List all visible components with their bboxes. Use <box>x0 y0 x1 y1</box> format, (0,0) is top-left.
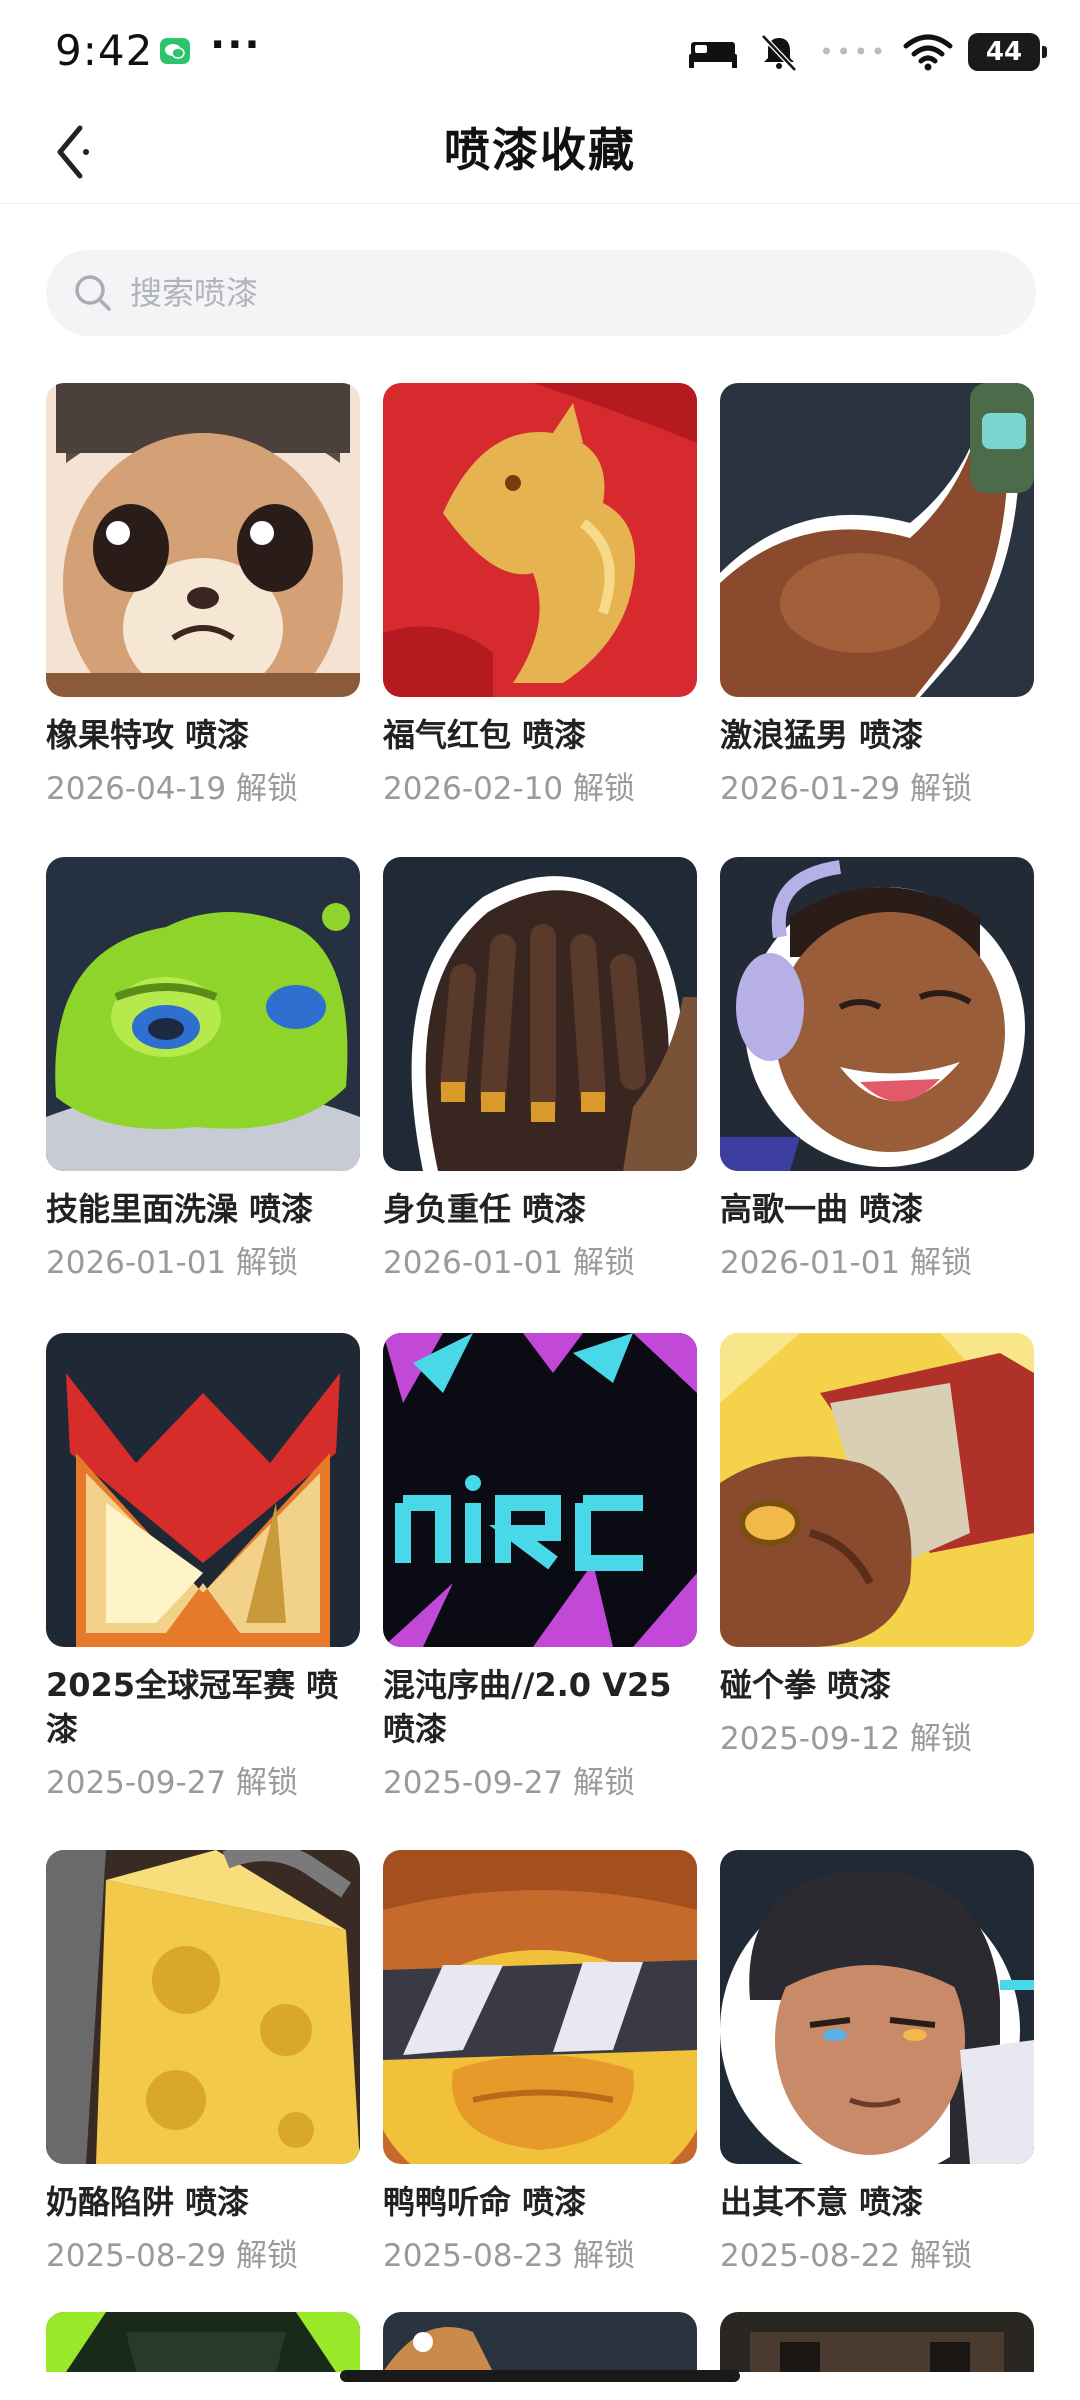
home-indicator[interactable] <box>340 2370 740 2382</box>
spray-image-partial <box>383 2312 697 2372</box>
spray-image-partial <box>46 2312 360 2372</box>
spray-card-partial[interactable] <box>383 2312 697 2372</box>
spray-card[interactable]: 奶酪陷阱 喷漆 2025-08-29 解锁 <box>46 1850 360 2278</box>
neon-text-spray-image <box>383 1333 697 1647</box>
cheese-spray-image <box>46 1850 360 2164</box>
card-unlock-date: 2026-01-01 解锁 <box>720 1245 973 1281</box>
spray-grid: 橡果特攻 喷漆 2026-04-19 解锁 福气红包 喷漆 2026-02-10… <box>0 0 1080 2400</box>
singing-agent-spray-image <box>720 857 1034 1171</box>
spray-card[interactable]: 高歌一曲 喷漆 2026-01-01 解锁 <box>720 857 1034 1285</box>
card-unlock-date: 2025-09-27 解锁 <box>46 1765 299 1801</box>
card-title: 鸭鸭听命 喷漆 <box>383 2183 587 2221</box>
duck-sunglasses-spray-image <box>383 1850 697 2164</box>
card-title: 橡果特攻 喷漆 <box>46 716 250 754</box>
card-unlock-date: 2025-08-29 解锁 <box>46 2238 299 2274</box>
spray-card-partial[interactable] <box>720 2312 1034 2372</box>
spray-card[interactable]: 混沌序曲//2.0 V25 喷漆 2025-09-27 解锁 <box>383 1333 697 1805</box>
spray-card[interactable]: 鸭鸭听命 喷漆 2025-08-23 解锁 <box>383 1850 697 2278</box>
card-title: 激浪猛男 喷漆 <box>720 716 924 754</box>
spray-image-partial <box>720 2312 1034 2372</box>
card-title: 身负重任 喷漆 <box>383 1190 587 1228</box>
dreadlocks-spray-image <box>383 857 697 1171</box>
card-unlock-date: 2026-01-01 解锁 <box>383 1245 636 1281</box>
card-title: 技能里面洗澡 喷漆 <box>46 1190 314 1228</box>
card-unlock-date: 2026-01-01 解锁 <box>46 1245 299 1281</box>
golden-horse-spray-image <box>383 383 697 697</box>
squirrel-spray-image <box>46 383 360 697</box>
spray-card[interactable]: 橡果特攻 喷漆 2026-04-19 解锁 <box>46 383 360 811</box>
card-title: 2025全球冠军赛 喷漆 <box>46 1666 339 1748</box>
card-unlock-date: 2025-08-22 解锁 <box>720 2238 973 2274</box>
spray-card[interactable]: 碰个拳 喷漆 2025-09-12 解锁 <box>720 1333 1034 1761</box>
spray-card[interactable]: 技能里面洗澡 喷漆 2026-01-01 解锁 <box>46 857 360 1285</box>
green-slime-spray-image <box>46 857 360 1171</box>
card-unlock-date: 2026-04-19 解锁 <box>46 771 299 807</box>
card-title: 出其不意 喷漆 <box>720 2183 924 2221</box>
card-title: 福气红包 喷漆 <box>383 716 587 754</box>
spray-card-partial[interactable] <box>46 2312 360 2372</box>
card-title: 混沌序曲//2.0 V25 喷漆 <box>383 1666 672 1748</box>
card-unlock-date: 2025-09-12 解锁 <box>720 1721 973 1757</box>
spray-card[interactable]: 福气红包 喷漆 2026-02-10 解锁 <box>383 383 697 811</box>
card-title: 高歌一曲 喷漆 <box>720 1190 924 1228</box>
champions-logo-spray-image <box>46 1333 360 1647</box>
spray-card[interactable]: 出其不意 喷漆 2025-08-22 解锁 <box>720 1850 1034 2278</box>
spray-card[interactable]: 2025全球冠军赛 喷漆 2025-09-27 解锁 <box>46 1333 360 1805</box>
card-title: 碰个拳 喷漆 <box>720 1666 892 1704</box>
card-unlock-date: 2025-09-27 解锁 <box>383 1765 636 1801</box>
spray-card[interactable]: 身负重任 喷漆 2026-01-01 解锁 <box>383 857 697 1285</box>
card-unlock-date: 2026-02-10 解锁 <box>383 771 636 807</box>
spray-card[interactable]: 激浪猛男 喷漆 2026-01-29 解锁 <box>720 383 1034 811</box>
flexing-arm-spray-image <box>720 383 1034 697</box>
fist-bump-spray-image <box>720 1333 1034 1647</box>
card-title: 奶酪陷阱 喷漆 <box>46 2183 250 2221</box>
agent-portrait-spray-image <box>720 1850 1034 2164</box>
card-unlock-date: 2025-08-23 解锁 <box>383 2238 636 2274</box>
card-unlock-date: 2026-01-29 解锁 <box>720 771 973 807</box>
